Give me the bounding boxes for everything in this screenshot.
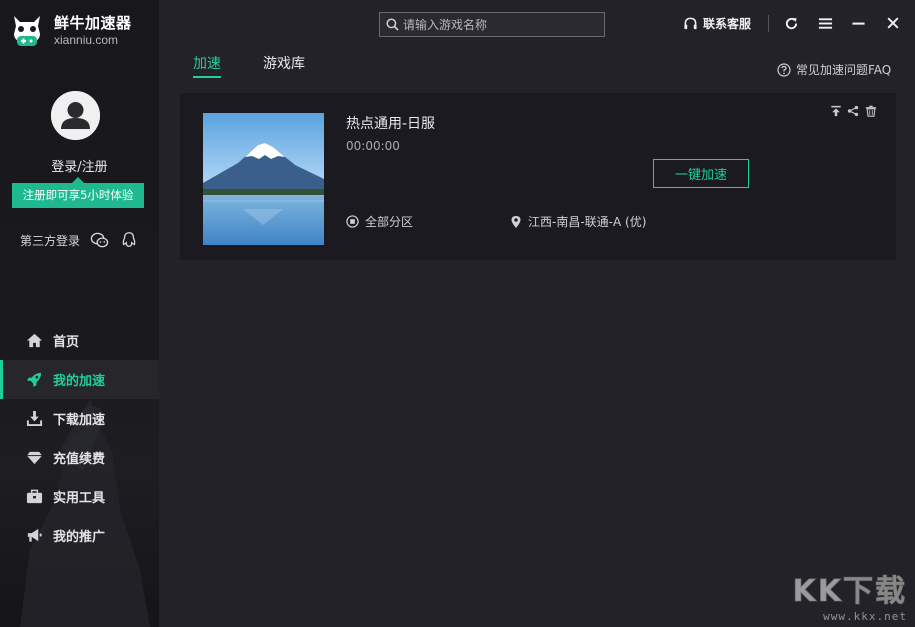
wechat-login-button[interactable] [89, 230, 109, 250]
faq-label: 常见加速问题FAQ [796, 63, 892, 77]
sidebar-item-label: 首页 [53, 335, 80, 350]
sidebar-item-home[interactable]: 首页 [0, 321, 159, 360]
sidebar-item-label: 充值续费 [53, 452, 106, 467]
one-click-boost-button[interactable]: 一键加速 [653, 159, 749, 188]
tab-boost[interactable]: 加速 [193, 53, 221, 78]
sidebar-item-label: 实用工具 [53, 491, 106, 506]
game-card: 热点通用-日服 00:00:00 一键加速 全部分区 江西-南昌-联通-A (优… [180, 93, 896, 260]
site-watermark: KK下载 www.kkx.net [792, 566, 908, 624]
sidebar-item-label: 下载加速 [53, 413, 106, 428]
game-search-box[interactable] [379, 12, 605, 37]
mountain-landscape-image [203, 113, 324, 245]
region-stop-icon [346, 215, 359, 228]
location-pin-icon [511, 215, 521, 228]
hamburger-menu-icon [818, 17, 832, 29]
main-panel: 联系客服 加速 游戏库 常见加速问题FAQ [159, 0, 915, 627]
server-node-selector[interactable]: 江西-南昌-联通-A (优) [510, 213, 646, 230]
sidebar-item-tools[interactable]: 实用工具 [0, 477, 159, 516]
customer-service-button[interactable]: 联系客服 [683, 15, 751, 32]
diamond-icon [25, 449, 43, 467]
sidebar-item-promotion[interactable]: 我的推广 [0, 516, 159, 555]
sidebar-item-label: 我的加速 [53, 374, 106, 389]
cow-logo-icon [14, 16, 40, 46]
share-button[interactable] [846, 104, 860, 118]
pin-top-icon [831, 105, 841, 117]
headset-icon [684, 17, 697, 30]
rocket-icon [25, 371, 43, 389]
login-register-link[interactable]: 登录/注册 [0, 156, 159, 175]
server-label: 江西-南昌-联通-A (优) [528, 215, 647, 229]
avatar[interactable] [51, 91, 100, 140]
qq-icon [122, 232, 136, 247]
pin-to-top-button[interactable] [829, 104, 843, 118]
sidebar: 鲜牛加速器 xianniu.com 登录/注册 注册即可享5小时体验 第三方登录… [0, 0, 159, 627]
trash-icon [865, 105, 877, 117]
wechat-icon [90, 232, 108, 247]
watermark-url: www.kkx.net [823, 610, 907, 623]
support-label: 联系客服 [703, 17, 752, 31]
download-icon [25, 410, 43, 428]
toolbox-icon [25, 488, 43, 506]
search-input[interactable] [403, 17, 593, 32]
boost-timer: 00:00:00 [346, 139, 400, 153]
menu-button[interactable] [815, 13, 835, 33]
user-silhouette-icon [51, 91, 100, 140]
faq-link[interactable]: 常见加速问题FAQ [777, 61, 891, 78]
qq-login-button[interactable] [119, 230, 139, 250]
delete-button[interactable] [864, 104, 878, 118]
region-selector[interactable]: 全部分区 [346, 213, 413, 230]
game-title: 热点通用-日服 [346, 116, 436, 132]
third-party-login-label: 第三方登录 [20, 234, 81, 248]
refresh-icon [785, 17, 797, 29]
refresh-button[interactable] [781, 13, 801, 33]
minimize-button[interactable] [848, 13, 868, 33]
home-icon [25, 332, 43, 350]
region-label: 全部分区 [365, 215, 414, 229]
game-thumbnail-mount-fuji [203, 113, 324, 245]
sidebar-item-download-boost[interactable]: 下载加速 [0, 399, 159, 438]
watermark-brand: KK下载 [792, 574, 907, 610]
trial-promo-badge: 注册即可享5小时体验 [12, 177, 144, 208]
sidebar-nav: 首页 我的加速 下载加速 充值续费 实用工具 我的推广 [0, 321, 159, 555]
close-icon [887, 17, 899, 29]
help-circle-icon [777, 62, 791, 77]
megaphone-icon [25, 527, 43, 545]
sidebar-item-my-boost[interactable]: 我的加速 [0, 360, 159, 399]
minimize-icon [851, 22, 865, 25]
header-divider [768, 15, 769, 32]
search-icon [386, 18, 399, 31]
tab-game-library[interactable]: 游戏库 [263, 53, 305, 76]
close-button[interactable] [883, 13, 903, 33]
sidebar-item-recharge[interactable]: 充值续费 [0, 438, 159, 477]
share-icon [847, 105, 859, 117]
app-domain: xianniu.com [54, 33, 119, 47]
app-name: 鲜牛加速器 [54, 14, 132, 32]
sidebar-item-label: 我的推广 [53, 530, 106, 545]
